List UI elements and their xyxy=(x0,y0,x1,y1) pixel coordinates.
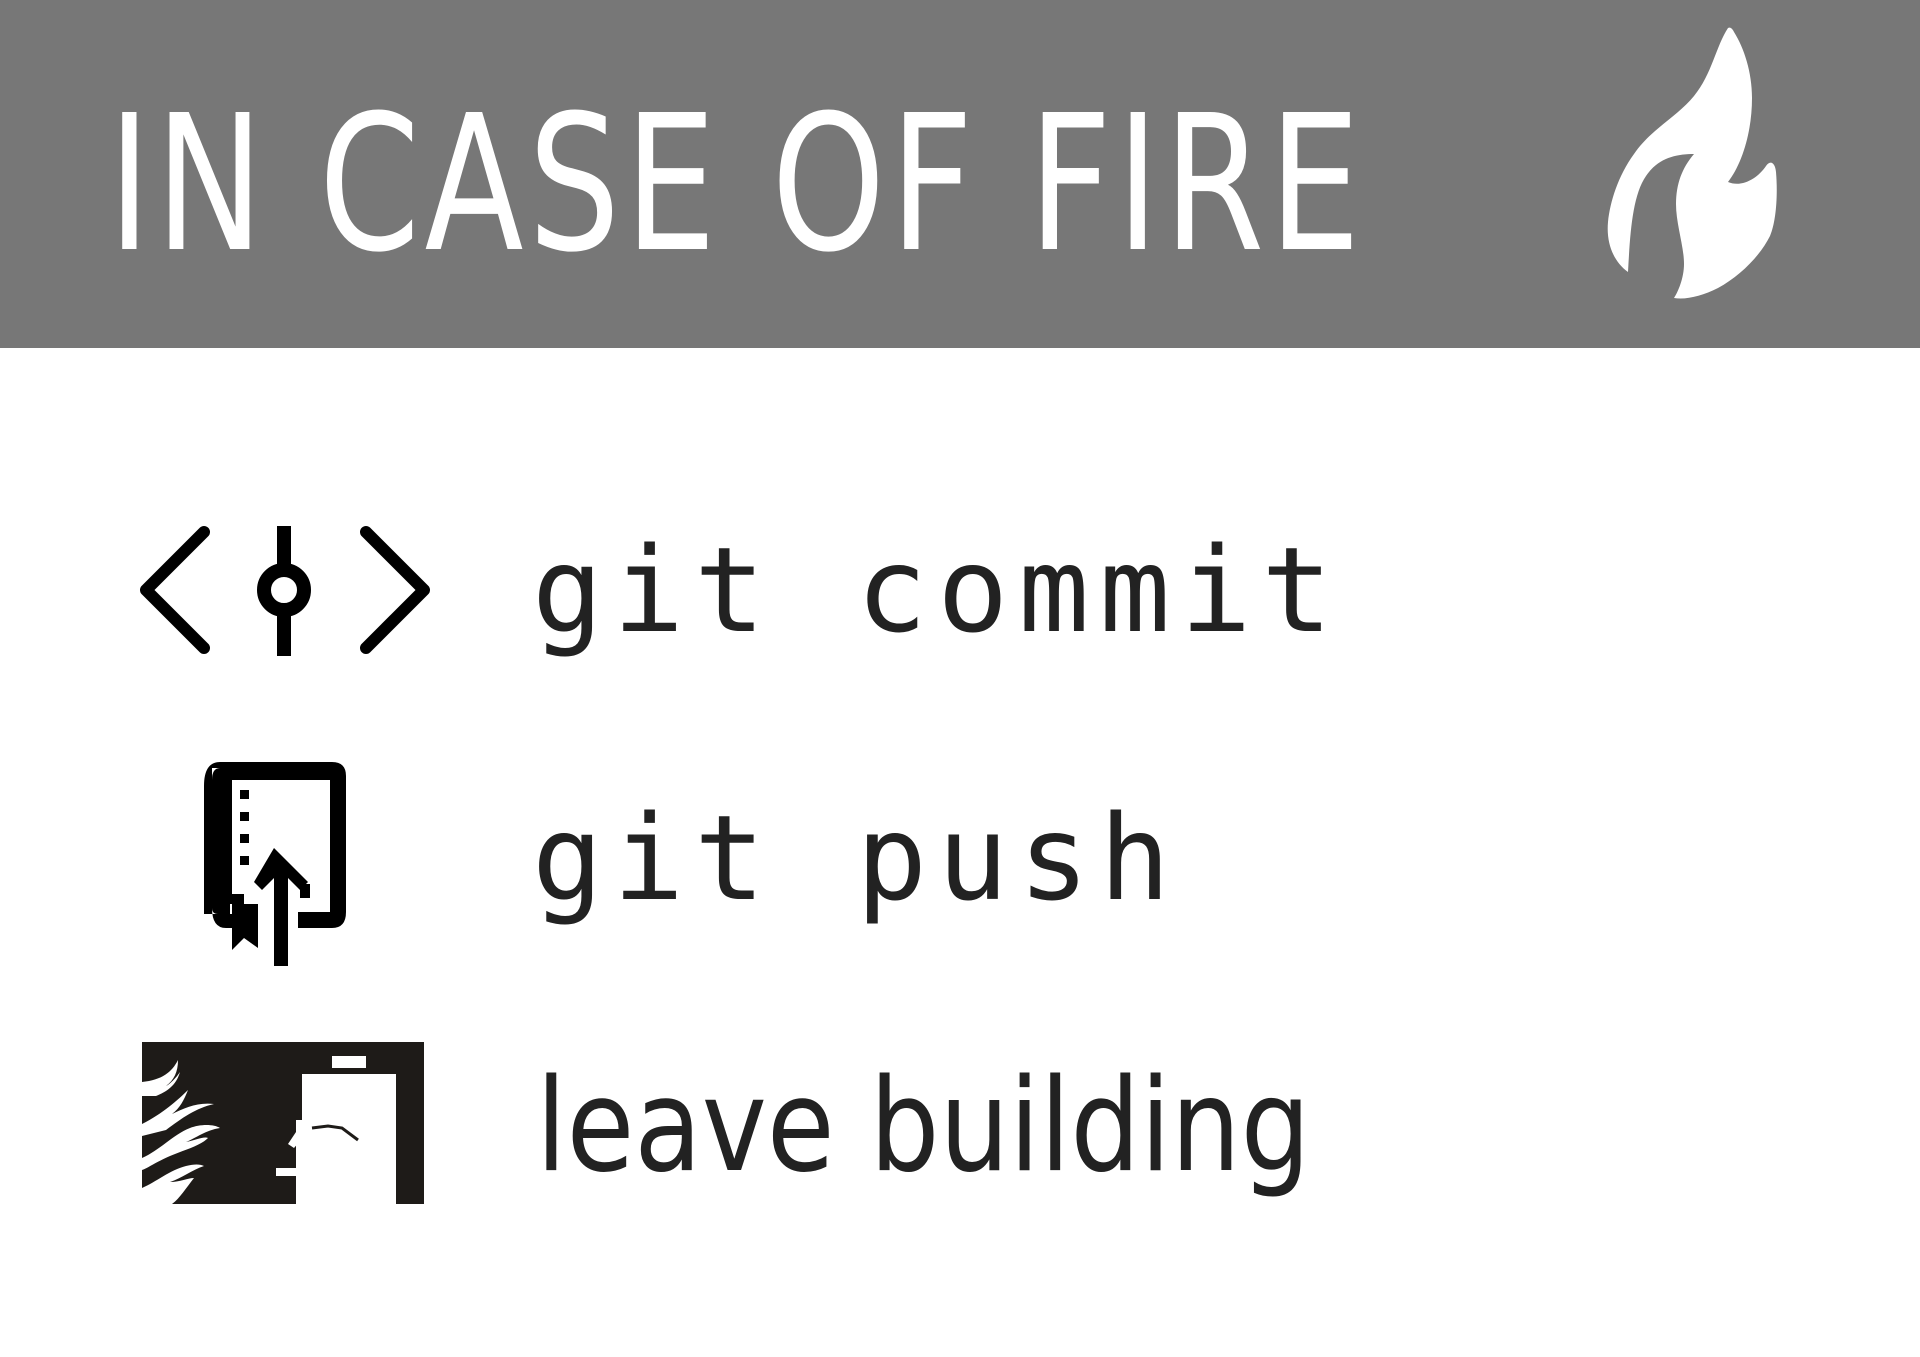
header-banner: IN CASE OF FIRE xyxy=(0,0,1920,348)
flame-icon xyxy=(1607,27,1777,299)
step-git-commit: git commit xyxy=(0,520,1920,660)
step-label-git-commit: git commit xyxy=(532,521,1343,659)
banner-title: IN CASE OF FIRE xyxy=(108,75,1366,294)
fire-sign: IN CASE OF FIRE git commit git push leav… xyxy=(0,0,1920,1357)
step-label-leave-building: leave building xyxy=(536,1052,1311,1201)
git-commit-icon xyxy=(140,526,430,656)
git-push-icon xyxy=(204,762,346,966)
emergency-exit-icon xyxy=(142,1042,424,1204)
step-git-push: git push xyxy=(0,760,1920,970)
step-leave-building: leave building xyxy=(0,1040,1920,1206)
step-label-git-push: git push xyxy=(532,789,1181,927)
